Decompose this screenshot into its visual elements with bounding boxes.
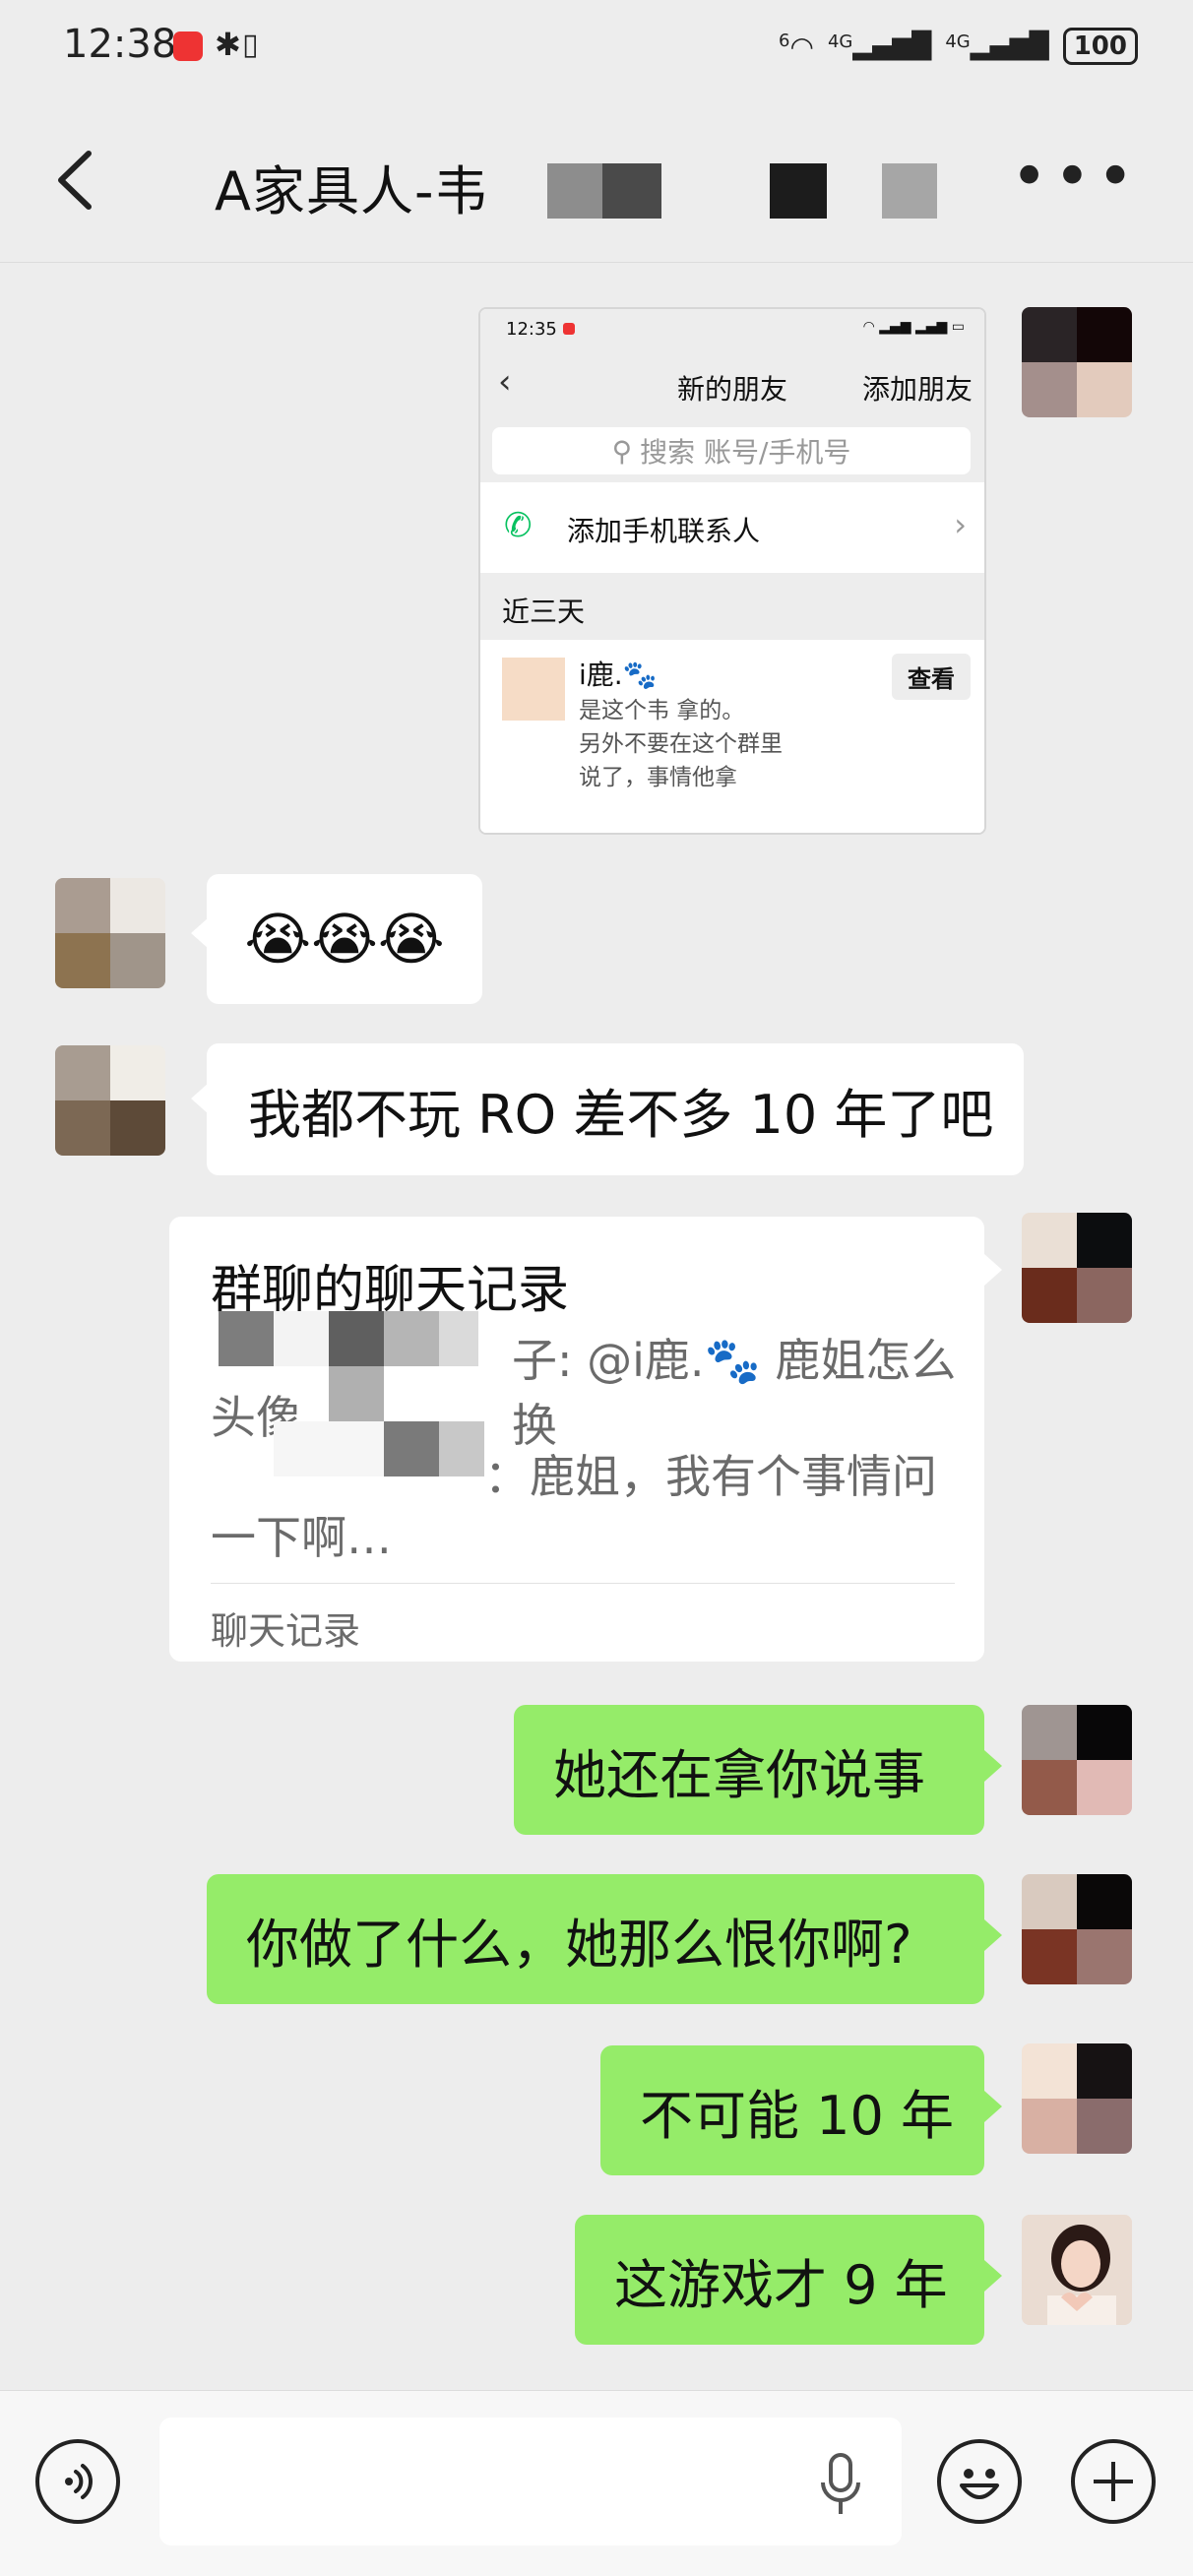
name-blur — [274, 1311, 329, 1366]
back-button[interactable] — [51, 148, 110, 217]
name-blur — [439, 1421, 484, 1476]
network-1-label: 4G — [827, 31, 853, 52]
name-blur — [329, 1366, 384, 1421]
battery-icon: 100 — [1062, 28, 1138, 65]
status-bar: 12:38 ✱ ▯ 6◠ 4G▂▄▆█ 4G▂▄▆█ 100 — [0, 0, 1193, 98]
message-input[interactable] — [159, 2418, 902, 2545]
signal-1: 4G▂▄▆█ — [827, 31, 932, 61]
name-blur — [384, 1311, 439, 1366]
screenshot-image-message[interactable]: 12:35 ◠ ▂▄▆ ▂▄▆ ▭ ‹ 新的朋友 添加朋友 ⚲ 搜索 账号/手机… — [478, 307, 986, 835]
shot-section: 近三天 — [480, 573, 984, 640]
title-blur — [770, 163, 827, 219]
shot-section-label: 近三天 — [502, 596, 586, 628]
divider — [211, 1583, 955, 1584]
shot-friend-avatar — [502, 658, 565, 721]
bubble-tail — [984, 1750, 1002, 1782]
network-2-label: 4G — [945, 31, 971, 52]
shot-status-bar: 12:35 ◠ ▂▄▆ ▂▄▆ ▭ — [480, 309, 984, 348]
microphone-icon — [821, 2453, 860, 2514]
shot-friend-msg-3: 说了，事情他拿 — [579, 765, 737, 790]
emoji-button[interactable] — [937, 2439, 1022, 2524]
avatar-photo — [1022, 2215, 1132, 2325]
name-blur — [219, 1311, 274, 1366]
avatar[interactable] — [1022, 307, 1132, 417]
more-dots-icon: ••• — [1010, 141, 1140, 214]
shot-nav: ‹ 新的朋友 添加朋友 — [480, 348, 984, 417]
smiley-icon — [960, 2469, 999, 2499]
shot-friend-msg-2: 另外不要在这个群里 — [579, 731, 783, 757]
bubble-tail — [984, 2091, 1002, 2122]
shot-search-field: ⚲ 搜索 账号/手机号 — [492, 427, 971, 474]
wifi-icon: 6◠ — [779, 30, 814, 63]
vibrate-icon: ▯ — [242, 28, 259, 62]
avatar[interactable] — [1022, 2215, 1132, 2325]
shot-add-contacts-row: ✆ 添加手机联系人 › — [480, 482, 984, 573]
shot-time: 12:35 — [506, 319, 557, 340]
message-bubble[interactable]: 😭😭😭 — [207, 874, 482, 1004]
microphone-button[interactable] — [813, 2451, 868, 2520]
avatar[interactable] — [1022, 2043, 1132, 2154]
signal-2: 4G▂▄▆█ — [945, 31, 1049, 61]
shot-add-contacts-label: 添加手机联系人 — [567, 515, 761, 547]
avatar[interactable] — [55, 878, 165, 988]
title-blur — [882, 163, 937, 219]
bluetooth-icon: ✱ — [215, 26, 241, 63]
message-bubble[interactable]: 她还在拿你说事 — [514, 1705, 984, 1835]
chat-record-line-3: 一下啊… — [211, 1511, 392, 1564]
name-blur — [274, 1421, 384, 1476]
chevron-left-icon — [58, 151, 92, 210]
voice-toggle-button[interactable] — [35, 2439, 120, 2524]
message-bubble[interactable]: 这游戏才 9 年 — [575, 2215, 984, 2345]
title-blur — [602, 163, 661, 219]
chat-record-card[interactable]: 群聊的聊天记录 子: @i鹿.🐾 鹿姐怎么换 头像 ：鹿姐，我有个事情问 一下啊… — [169, 1217, 984, 1662]
shot-search-placeholder: 搜索 账号/手机号 — [640, 436, 851, 469]
shot-view-button: 查看 — [892, 654, 971, 700]
status-indicators: 6◠ 4G▂▄▆█ 4G▂▄▆█ 100 — [779, 28, 1138, 65]
name-blur — [384, 1421, 439, 1476]
shot-friend-row: i鹿.🐾 是这个韦 拿的。 另外不要在这个群里 说了，事情他拿 查看 — [480, 640, 984, 833]
message-bubble[interactable]: 你做了什么，她那么恨你啊? — [207, 1874, 984, 2004]
message-bubble[interactable]: 不可能 10 年 — [600, 2045, 984, 2175]
chat-record-footer: 聊天记录 — [211, 1609, 361, 1653]
phone-icon: ✆ — [504, 506, 533, 545]
avatar[interactable] — [1022, 1705, 1132, 1815]
avatar[interactable] — [55, 1045, 165, 1156]
shot-friend-msg-1: 是这个韦 拿的。 — [579, 698, 745, 723]
avatar[interactable] — [1022, 1874, 1132, 1984]
shot-notify-icon — [563, 323, 575, 335]
shot-friend-name: i鹿.🐾 — [579, 659, 658, 691]
avatar[interactable] — [1022, 1213, 1132, 1323]
wifi-label: 6 — [779, 30, 790, 51]
search-icon: ⚲ — [611, 434, 633, 468]
bubble-tail — [984, 1254, 1002, 1286]
name-blur — [329, 1311, 384, 1366]
title-blur — [547, 163, 602, 219]
plus-icon — [1094, 2462, 1133, 2501]
chevron-right-icon: › — [954, 506, 967, 543]
voice-icon — [65, 2464, 93, 2499]
bubble-tail — [984, 1919, 1002, 1951]
more-button[interactable]: ••• — [1011, 146, 1140, 209]
shot-status-icons: ◠ ▂▄▆ ▂▄▆ ▭ — [862, 319, 965, 335]
chat-title: A家具人-韦 — [215, 160, 489, 222]
name-blur — [439, 1311, 478, 1366]
shot-nav-action: 添加朋友 — [861, 373, 973, 406]
plus-button[interactable] — [1071, 2439, 1156, 2524]
status-time: 12:38 — [63, 22, 177, 67]
app-notification-icon — [173, 31, 203, 61]
chat-record-line-2: ：鹿姐，我有个事情问 — [484, 1450, 937, 1503]
chat-record-line-1: 子: @i鹿.🐾 鹿姐怎么换 — [512, 1334, 957, 1452]
bubble-tail — [984, 2260, 1002, 2292]
message-bubble[interactable]: 我都不玩 RO 差不多 10 年了吧 — [207, 1043, 1024, 1175]
